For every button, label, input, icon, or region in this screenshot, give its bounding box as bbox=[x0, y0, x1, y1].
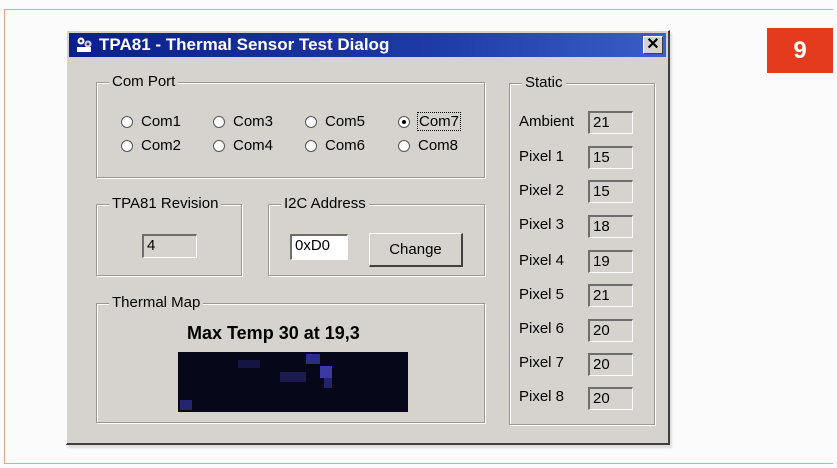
thermal-hotspot bbox=[180, 400, 192, 410]
radio-com7-label: Com7 bbox=[416, 112, 462, 131]
pixel-3-value: 18 bbox=[588, 215, 633, 238]
radio-com1-label: Com1 bbox=[141, 113, 182, 130]
radio-com4[interactable]: Com4 bbox=[213, 137, 273, 154]
radio-com8[interactable]: Com8 bbox=[398, 137, 458, 154]
radio-com8-label: Com8 bbox=[418, 137, 459, 154]
change-button[interactable]: Change bbox=[369, 233, 463, 267]
close-button[interactable]: ✕ bbox=[643, 36, 663, 54]
thermal-map-label: Thermal Map bbox=[109, 294, 204, 311]
figure-frame-bottom bbox=[4, 463, 833, 464]
title-bar[interactable]: TPA81 - Thermal Sensor Test Dialog ✕ bbox=[69, 33, 666, 57]
window-title: TPA81 - Thermal Sensor Test Dialog bbox=[99, 35, 390, 54]
radio-com7[interactable]: Com7 bbox=[398, 112, 462, 131]
pixel-3-label: Pixel 3 bbox=[519, 216, 565, 233]
thermal-hotspot bbox=[306, 354, 320, 364]
com-port-group: Com Port bbox=[96, 73, 485, 178]
pixel-8-value: 20 bbox=[588, 387, 633, 410]
radio-com7-circle bbox=[398, 115, 410, 128]
radio-com2-label: Com2 bbox=[141, 137, 182, 154]
thermal-hotspot bbox=[280, 372, 306, 382]
ambient-label: Ambient bbox=[519, 113, 575, 130]
thermal-hotspot bbox=[324, 378, 332, 388]
dialog-window: TPA81 - Thermal Sensor Test Dialog ✕ Com… bbox=[66, 30, 670, 445]
radio-com2-circle bbox=[121, 139, 133, 152]
figure-number-badge: 9 bbox=[767, 28, 833, 73]
radio-com1-circle bbox=[121, 115, 133, 128]
radio-com8-circle bbox=[398, 139, 410, 152]
pixel-1-label: Pixel 1 bbox=[519, 148, 565, 165]
figure-frame-top bbox=[4, 9, 833, 10]
pixel-1-value: 15 bbox=[588, 146, 633, 169]
radio-com3-circle bbox=[213, 115, 225, 128]
revision-field: 4 bbox=[142, 234, 197, 258]
pixel-6-label: Pixel 6 bbox=[519, 320, 565, 337]
pixel-7-label: Pixel 7 bbox=[519, 354, 565, 371]
close-icon: ✕ bbox=[646, 36, 660, 53]
radio-com2[interactable]: Com2 bbox=[121, 137, 181, 154]
thermal-hotspot bbox=[238, 360, 260, 368]
ambient-value: 21 bbox=[588, 111, 633, 134]
radio-com5-circle bbox=[305, 115, 317, 128]
i2c-address-label: I2C Address bbox=[281, 195, 369, 212]
static-label: Static bbox=[522, 74, 566, 91]
radio-com4-circle bbox=[213, 139, 225, 152]
pixel-2-value: 15 bbox=[588, 180, 633, 203]
pixel-4-value: 19 bbox=[588, 250, 633, 273]
radio-com3[interactable]: Com3 bbox=[213, 113, 273, 130]
pixel-2-label: Pixel 2 bbox=[519, 182, 565, 199]
pixel-4-label: Pixel 4 bbox=[519, 252, 565, 269]
figure-frame-left bbox=[4, 9, 5, 464]
revision-label: TPA81 Revision bbox=[109, 195, 222, 212]
pixel-8-label: Pixel 8 bbox=[519, 388, 565, 405]
pixel-7-value: 20 bbox=[588, 353, 633, 376]
thermal-hotspot bbox=[320, 366, 332, 378]
radio-com5-label: Com5 bbox=[325, 113, 366, 130]
radio-com5[interactable]: Com5 bbox=[305, 113, 365, 130]
radio-com4-label: Com4 bbox=[233, 137, 274, 154]
radio-com6[interactable]: Com6 bbox=[305, 137, 365, 154]
pixel-5-value: 21 bbox=[588, 284, 633, 307]
radio-com6-circle bbox=[305, 139, 317, 152]
radio-com1[interactable]: Com1 bbox=[121, 113, 181, 130]
i2c-address-input[interactable]: 0xD0 bbox=[290, 234, 348, 260]
max-temp-label: Max Temp 30 at 19,3 bbox=[187, 323, 360, 343]
pixel-6-value: 20 bbox=[588, 319, 633, 342]
radio-com3-label: Com3 bbox=[233, 113, 274, 130]
pixel-5-label: Pixel 5 bbox=[519, 286, 565, 303]
app-icon bbox=[77, 37, 92, 52]
thermal-map-display bbox=[178, 352, 408, 412]
radio-com6-label: Com6 bbox=[325, 137, 366, 154]
com-port-label: Com Port bbox=[109, 73, 179, 90]
